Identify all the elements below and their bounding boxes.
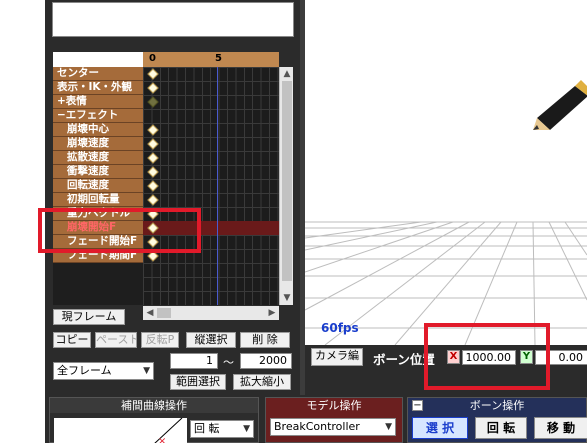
timeline: 0 5 センター 表示・IK・外観 +表情 −エフェクト 崩壊中心 崩壊速度 拡散速度 衝撃速…: [53, 52, 279, 305]
interpolation-mode-select[interactable]: 回 転 ▼: [190, 420, 254, 438]
bone-label[interactable]: 崩壊中心: [53, 123, 143, 137]
scrollbar-thumb[interactable]: [282, 81, 292, 281]
bone-label[interactable]: 衝撃速度: [53, 165, 143, 179]
bone-label[interactable]: +表情: [53, 95, 143, 109]
bone-label[interactable]: センター: [53, 67, 143, 81]
scrollbar-thumb[interactable]: [157, 308, 171, 318]
model-panel: モデル操作 BreakController ▼: [265, 397, 403, 443]
current-frame-button[interactable]: 現フレーム: [53, 309, 125, 325]
keyframe-diamond-icon[interactable]: [147, 68, 159, 80]
scroll-left-icon[interactable]: ◀: [143, 306, 157, 320]
bone-row[interactable]: 初期回転量: [53, 193, 279, 207]
keyframe-diamond-icon[interactable]: [147, 180, 159, 192]
annotation-highlight-box: [38, 208, 201, 253]
bone-label[interactable]: 崩壊速度: [53, 137, 143, 151]
bone-row[interactable]: 衝撃速度: [53, 165, 279, 179]
bone-select-button[interactable]: 選 択: [412, 417, 468, 439]
bone-row[interactable]: 崩壊中心: [53, 123, 279, 137]
viewport-scene: [305, 80, 587, 345]
chevron-down-icon: ▼: [143, 366, 150, 376]
keyframe-diamond-icon[interactable]: [147, 138, 159, 150]
range-end-input[interactable]: 2000: [240, 353, 292, 369]
annotation-highlight-box: [424, 323, 550, 390]
bone-label[interactable]: −エフェクト: [53, 109, 143, 123]
bone-rotate-button[interactable]: 回 転: [475, 417, 527, 439]
bone-row[interactable]: センター: [53, 67, 279, 81]
collapse-icon[interactable]: −: [412, 400, 423, 411]
paste-button[interactable]: ペースト: [95, 332, 137, 348]
timeline-horizontal-scrollbar[interactable]: ◀ ▶: [143, 306, 279, 320]
bone-move-button[interactable]: 移 動: [534, 417, 587, 439]
frame-number: 0: [149, 53, 156, 64]
bone-row[interactable]: 拡散速度: [53, 151, 279, 165]
keyframe-diamond-icon[interactable]: [147, 166, 159, 178]
fps-counter: 60fps: [321, 321, 359, 335]
keyframe-diamond-icon[interactable]: [147, 194, 159, 206]
camera-edit-button[interactable]: カメラ編: [311, 348, 363, 366]
bone-panel: ボーン操作 − 選 択 回 転 移 動: [407, 397, 587, 443]
scroll-down-icon[interactable]: ▼: [280, 291, 294, 305]
3d-viewport[interactable]: [305, 0, 587, 345]
playhead-cursor: [217, 67, 218, 305]
chevron-down-icon: ▼: [385, 422, 392, 432]
chevron-down-icon: ▼: [243, 424, 250, 434]
scroll-right-icon[interactable]: ▶: [265, 306, 279, 320]
vertical-select-button[interactable]: 縦選択: [186, 332, 236, 348]
keyframe-diamond-icon[interactable]: [147, 124, 159, 136]
model-panel-title: モデル操作: [266, 398, 402, 413]
timeline-vertical-scrollbar[interactable]: ▲ ▼: [279, 67, 293, 305]
bone-list-header: [53, 52, 143, 67]
frame-filter-value: 全フレーム: [57, 364, 112, 377]
bone-row[interactable]: 表示・IK・外観: [53, 81, 279, 95]
bone-label[interactable]: 表示・IK・外観: [53, 81, 143, 95]
model-select[interactable]: BreakController ▼: [270, 418, 396, 436]
top-info-box: [52, 2, 294, 37]
svg-text:×: ×: [158, 436, 166, 443]
scroll-up-icon[interactable]: ▲: [280, 67, 294, 81]
range-start-input[interactable]: 1: [170, 353, 218, 369]
keyframe-diamond-icon[interactable]: [147, 82, 159, 94]
interpolation-panel: 補間曲線操作 × 回 転 ▼: [49, 397, 259, 443]
bone-label[interactable]: 初期回転量: [53, 193, 143, 207]
interpolation-curve: ×: [154, 417, 183, 443]
keyframe-diamond-icon[interactable]: [147, 152, 159, 164]
interpolation-curve-canvas[interactable]: ×: [54, 417, 187, 443]
model-select-value: BreakController: [274, 420, 360, 433]
bone-row[interactable]: −エフェクト: [53, 109, 279, 123]
bone-panel-title: ボーン操作: [408, 398, 586, 413]
interpolation-mode-value: 回 転: [194, 422, 220, 435]
copy-button[interactable]: コピー: [53, 332, 91, 348]
keyframe-diamond-icon[interactable]: [147, 96, 159, 108]
frame-filter-select[interactable]: 全フレーム ▼: [53, 362, 154, 380]
scale-button[interactable]: 拡大縮小: [233, 374, 291, 390]
delete-button[interactable]: 削 除: [240, 332, 290, 348]
interpolation-panel-title: 補間曲線操作: [50, 398, 258, 413]
range-separator: 〜: [223, 356, 234, 369]
bone-row[interactable]: 崩壊速度: [53, 137, 279, 151]
reverse-paste-button[interactable]: 反転P: [141, 332, 179, 348]
bone-row[interactable]: 回転速度: [53, 179, 279, 193]
bone-row[interactable]: +表情: [53, 95, 279, 109]
model-object: [533, 80, 587, 130]
bone-label[interactable]: 回転速度: [53, 179, 143, 193]
range-select-button[interactable]: 範囲選択: [170, 374, 226, 390]
frame-number: 5: [215, 53, 222, 64]
bone-label[interactable]: 拡散速度: [53, 151, 143, 165]
